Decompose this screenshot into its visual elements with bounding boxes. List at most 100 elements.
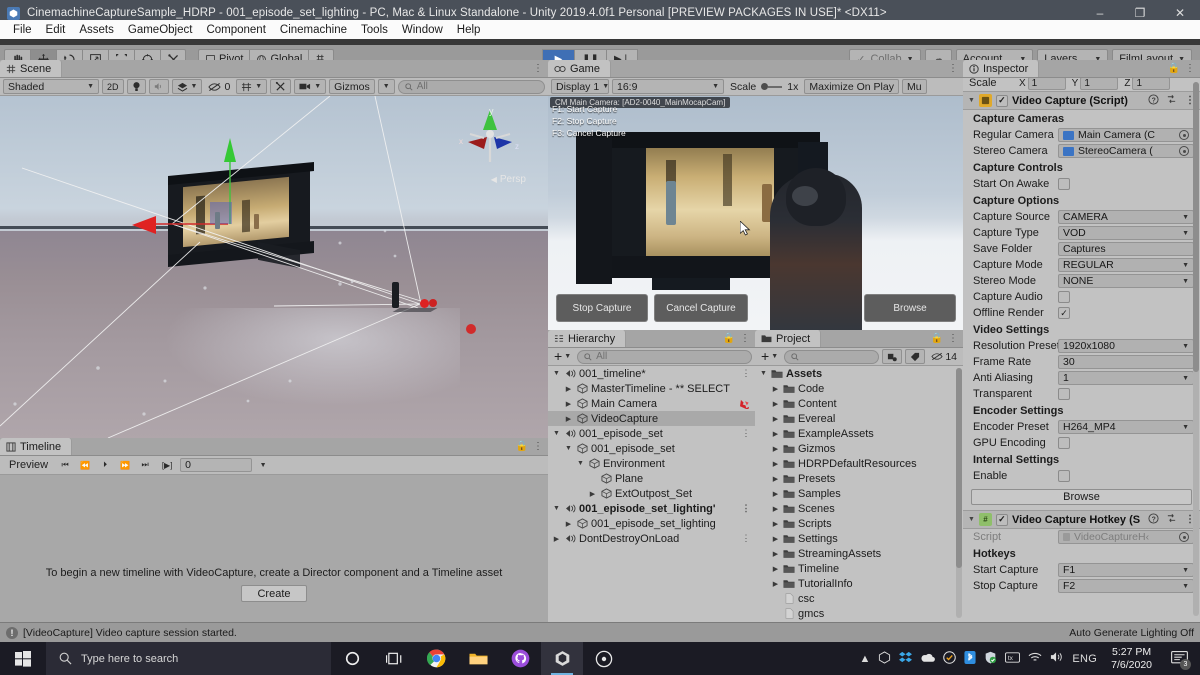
tab-inspector[interactable]: Inspector: [963, 60, 1040, 77]
chevron-right-icon[interactable]: ▶: [564, 415, 573, 423]
record-icon[interactable]: [583, 642, 625, 675]
chevron-down-icon[interactable]: ▼: [576, 460, 585, 467]
chevron-down-icon[interactable]: ▼: [564, 445, 573, 452]
bluetooth-icon[interactable]: [964, 650, 976, 667]
scale-slider[interactable]: [761, 83, 783, 90]
hierarchy-tab-menu[interactable]: ⋮: [740, 333, 750, 344]
component-header[interactable]: ▼ # ✓ Video Capture Hotkey (S? ⋮: [963, 510, 1200, 529]
inspector-row[interactable]: Enable: [963, 468, 1200, 484]
tree-item[interactable]: ▼ 001_episode_set_lighting' ⋮: [548, 501, 755, 516]
game-tab-menu[interactable]: ⋮: [948, 60, 963, 77]
tree-item[interactable]: ▶ HDRPDefaultResources: [755, 456, 963, 471]
menu-item-assets[interactable]: Assets: [72, 22, 121, 38]
scene-viewport[interactable]: y x z ◀ Persp: [0, 96, 548, 438]
scale-y-field[interactable]: 1: [1080, 78, 1119, 90]
tree-item-menu[interactable]: ⋮: [742, 503, 752, 514]
volume-icon[interactable]: [1050, 651, 1064, 666]
tree-item[interactable]: csc: [755, 591, 963, 606]
tree-item[interactable]: ▼ Assets: [755, 366, 963, 381]
tree-item[interactable]: ▶ Presets: [755, 471, 963, 486]
chevron-right-icon[interactable]: ▶: [771, 505, 780, 513]
chevron-right-icon[interactable]: ▶: [771, 535, 780, 543]
inspector-row[interactable]: Offline Render ✓: [963, 305, 1200, 321]
tab-timeline[interactable]: Timeline: [0, 438, 73, 455]
component-header[interactable]: ▼ ✓ Video Capture (Script)? ⋮: [963, 91, 1200, 110]
chevron-right-icon[interactable]: ▶: [771, 565, 780, 573]
inspector-tab-actions[interactable]: 🔒 ⋮: [1168, 60, 1200, 77]
chevron-right-icon[interactable]: ▶: [771, 475, 780, 483]
timeline-tab-actions[interactable]: 🔒 ⋮: [516, 438, 548, 455]
menu-item-file[interactable]: File: [6, 22, 39, 38]
menu-item-window[interactable]: Window: [395, 22, 450, 38]
dropbox-icon[interactable]: [899, 651, 913, 666]
inspector-scrollbar[interactable]: [1193, 82, 1199, 616]
chrome-icon[interactable]: [415, 642, 457, 675]
preset-icon[interactable]: [1166, 94, 1177, 108]
skip-to-end-icon[interactable]: ⏭: [136, 458, 154, 473]
inspector-row[interactable]: Encoder Preset H264_MP4 ▼: [963, 419, 1200, 435]
play-range-icon[interactable]: [▶]: [156, 458, 178, 473]
chevron-down-icon[interactable]: ▼: [552, 370, 561, 377]
tree-item[interactable]: ▶ ExtOutpost_Set: [548, 486, 755, 501]
inspector-row[interactable]: Capture Source CAMERA ▼: [963, 209, 1200, 225]
tree-item[interactable]: ▶ Code: [755, 381, 963, 396]
hierarchy-add-button[interactable]: + ▼: [551, 349, 574, 363]
chevron-right-icon[interactable]: ▶: [771, 445, 780, 453]
project-tab-actions[interactable]: 🔒 ⋮: [931, 330, 963, 347]
menu-item-gameobject[interactable]: GameObject: [121, 22, 200, 38]
inspector-row[interactable]: GPU Encoding: [963, 435, 1200, 451]
inspector-row[interactable]: Frame Rate 30: [963, 354, 1200, 370]
project-add-button[interactable]: + ▼: [758, 349, 781, 363]
chevron-right-icon[interactable]: ▶: [771, 580, 780, 588]
inspector-row[interactable]: Stop Capture F2 ▼: [963, 578, 1200, 594]
2d-toggle[interactable]: 2D: [102, 79, 124, 94]
chevron-right-icon[interactable]: ▶: [771, 490, 780, 498]
inspector-row[interactable]: Start On Awake: [963, 176, 1200, 192]
checkbox-checked[interactable]: ✓: [995, 513, 1008, 526]
timeline-frame-field[interactable]: 0: [180, 458, 253, 472]
object-picker-icon[interactable]: [1179, 146, 1189, 156]
tree-item[interactable]: ▼ 001_episode_set ⋮: [548, 426, 755, 441]
tree-item[interactable]: ▶ Settings: [755, 531, 963, 546]
chevron-right-icon[interactable]: ▶: [552, 535, 561, 543]
start-button[interactable]: [0, 642, 46, 675]
tree-item[interactable]: ▶ Content: [755, 396, 963, 411]
defender-icon[interactable]: [984, 651, 997, 667]
transform-scale-row[interactable]: Scale X 1 Y 1 Z 1: [963, 78, 1200, 91]
create-timeline-button[interactable]: Create: [241, 585, 307, 602]
tree-item[interactable]: ▶ VideoCapture: [548, 411, 755, 426]
tree-item[interactable]: ▶ ExampleAssets: [755, 426, 963, 441]
dropdown-field[interactable]: H264_MP4 ▼: [1058, 420, 1194, 434]
tab-project[interactable]: Project: [755, 330, 822, 347]
taskbar-clock[interactable]: 5:27 PM 7/6/2020: [1105, 646, 1158, 672]
tree-item[interactable]: ▶ Timeline: [755, 561, 963, 576]
tree-item[interactable]: ▶ Scenes: [755, 501, 963, 516]
project-tab-menu[interactable]: ⋮: [948, 333, 958, 344]
scale-z-field[interactable]: 1: [1132, 78, 1171, 90]
tree-item[interactable]: ▶ StreamingAssets: [755, 546, 963, 561]
gizmos-caret[interactable]: ▼: [377, 79, 395, 94]
tree-item[interactable]: Plane: [548, 471, 755, 486]
inspector-row[interactable]: Stereo Mode NONE ▼: [963, 273, 1200, 289]
shading-mode-dropdown[interactable]: Shaded ▼: [3, 79, 99, 94]
help-icon[interactable]: ?: [1148, 93, 1159, 108]
object-field[interactable]: VideoCaptureH‹: [1058, 530, 1194, 544]
keyboard-icon[interactable]: tx: [1005, 651, 1021, 666]
next-frame-icon[interactable]: ⏩: [116, 458, 134, 473]
file-explorer-icon[interactable]: [457, 642, 499, 675]
scene-tools-icon[interactable]: [270, 79, 292, 94]
checkbox-unchecked[interactable]: [1058, 470, 1070, 482]
mute-audio-toggle[interactable]: Mu: [901, 79, 927, 94]
tree-item[interactable]: ▼ 001_timeline* ⋮: [548, 366, 755, 381]
tree-item[interactable]: ▶ 001_episode_set_lighting: [548, 516, 755, 531]
chevron-right-icon[interactable]: ▶: [771, 415, 780, 423]
text-field[interactable]: Captures: [1058, 242, 1194, 256]
github-icon[interactable]: [499, 642, 541, 675]
object-field[interactable]: Main Camera (C: [1058, 128, 1194, 142]
tree-item[interactable]: ▶ TutorialInfo: [755, 576, 963, 591]
chevron-down-icon[interactable]: ▼: [552, 505, 561, 512]
lock-icon[interactable]: 🔒: [516, 441, 528, 452]
dropdown-field[interactable]: 1 ▼: [1058, 371, 1194, 385]
scale-x-field[interactable]: 1: [1027, 78, 1066, 90]
tree-item[interactable]: gmcs: [755, 606, 963, 621]
